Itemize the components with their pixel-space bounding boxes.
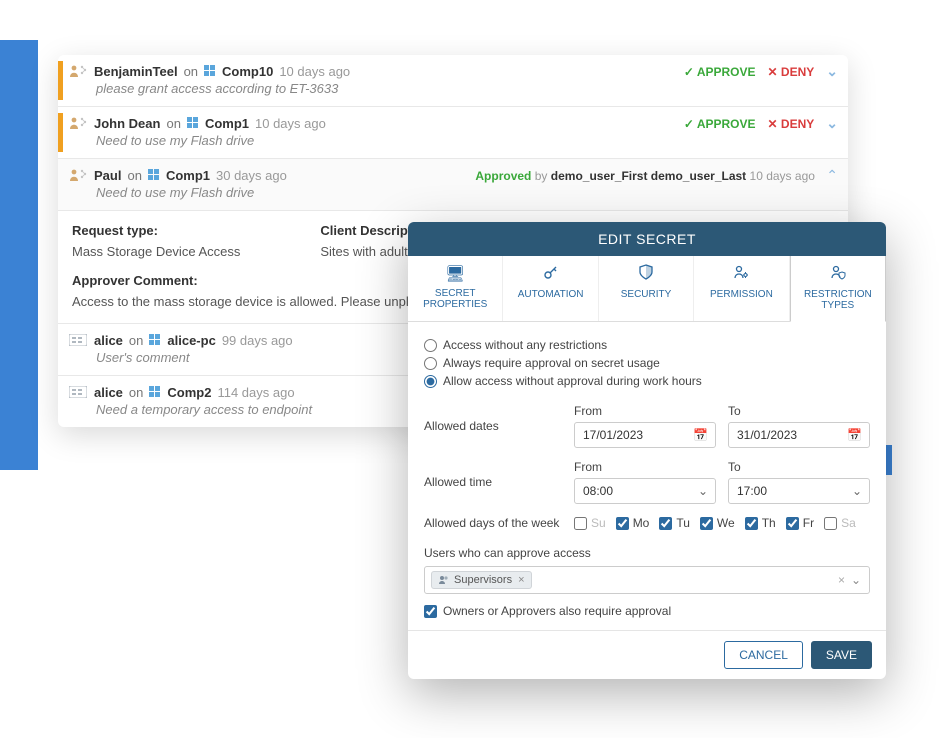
chevron-down-icon[interactable]: ⌄ [826,115,838,132]
windows-icon [187,117,199,129]
radio-work-hours[interactable]: Allow access without approval during wor… [424,372,870,390]
time-from-input[interactable] [574,478,716,504]
owners-require-approval-checkbox[interactable]: Owners or Approvers also require approva… [424,604,870,618]
request-host: alice-pc [167,333,215,348]
day-tu[interactable]: Tu [659,516,690,530]
request-user: BenjaminTeel [94,64,178,79]
request-age: 10 days ago [279,64,350,79]
on-text: on [129,333,143,348]
day-sa[interactable]: Sa [824,516,856,530]
request-row[interactable]: Paul on Comp1 30 days ago Need to use my… [58,159,848,211]
user-shield-icon [795,264,881,285]
allowed-dates-label: Allowed dates [424,419,564,433]
allowed-time-label: Allowed time [424,475,564,489]
chevron-up-icon[interactable]: ⌃ [826,167,838,183]
windows-icon [149,334,161,346]
card-icon [68,384,88,400]
card-icon [68,332,88,348]
remove-tag-icon[interactable]: × [518,574,524,586]
request-type-label: Request type: [72,223,240,238]
deny-button[interactable]: ✕ DENY [768,65,815,79]
request-host: Comp2 [167,385,211,400]
on-text: on [127,168,141,183]
cancel-button[interactable]: CANCEL [724,641,803,669]
request-user: alice [94,333,123,348]
radio-always-approval[interactable]: Always require approval on secret usage [424,354,870,372]
approved-status: Approved by demo_user_First demo_user_La… [475,167,838,184]
from-label: From [574,404,716,418]
request-message: Need to use my Flash drive [68,185,836,200]
deny-button[interactable]: ✕ DENY [768,117,815,131]
date-from-input[interactable] [574,422,716,448]
person-share-icon [68,63,88,79]
users-icon [438,575,450,585]
from-label: From [574,460,716,474]
approvers-select[interactable]: Supervisors × × ⌄ [424,566,870,594]
modal-title: EDIT SECRET [408,222,886,256]
tab-secret-properties[interactable]: 🖥 SECRET PROPERTIES [408,256,503,321]
request-user: John Dean [94,116,160,131]
approve-button[interactable]: ✓ APPROVE [684,65,756,79]
allowed-days-label: Allowed days of the week [424,516,564,530]
time-to-input[interactable] [728,478,870,504]
request-age: 10 days ago [255,116,326,131]
day-we[interactable]: We [700,516,735,530]
request-age: 30 days ago [216,168,287,183]
tab-security[interactable]: SECURITY [599,256,694,321]
day-mo[interactable]: Mo [616,516,650,530]
windows-icon [148,169,160,181]
request-age: 114 days ago [217,385,294,400]
person-share-icon [68,167,88,183]
approve-button[interactable]: ✓ APPROVE [684,117,756,131]
day-fr[interactable]: Fr [786,516,814,530]
person-share-icon [68,115,88,131]
windows-icon [149,386,161,398]
request-host: Comp1 [166,168,210,183]
day-th[interactable]: Th [745,516,776,530]
on-text: on [166,116,180,131]
to-label: To [728,460,870,474]
request-type-value: Mass Storage Device Access [72,244,240,259]
approver-tag: Supervisors × [431,571,532,589]
request-row[interactable]: BenjaminTeel on Comp10 10 days ago pleas… [58,55,848,107]
tab-restriction-types[interactable]: RESTRICTION TYPES [790,256,886,322]
modal-tabs: 🖥 SECRET PROPERTIES AUTOMATION SECURITY … [408,256,886,322]
request-age: 99 days ago [222,333,293,348]
on-text: on [129,385,143,400]
windows-icon [204,65,216,77]
monitor-icon: 🖥 [412,264,498,284]
user-gear-icon [698,264,784,285]
edit-secret-modal: EDIT SECRET 🖥 SECRET PROPERTIES AUTOMATI… [408,222,886,679]
to-label: To [728,404,870,418]
date-to-input[interactable] [728,422,870,448]
request-host: Comp1 [205,116,249,131]
shield-icon [603,264,689,285]
request-message: Need to use my Flash drive [68,133,836,148]
chevron-down-icon[interactable]: ⌄ [826,63,838,80]
chevron-down-icon[interactable]: ⌄ [851,573,861,587]
clear-icon[interactable]: × [838,573,845,587]
request-user: alice [94,385,123,400]
request-message: please grant access according to ET-3633 [68,81,836,96]
approvers-label: Users who can approve access [424,546,870,560]
request-user: Paul [94,168,121,183]
request-host: Comp10 [222,64,273,79]
radio-no-restrictions[interactable]: Access without any restrictions [424,336,870,354]
save-button[interactable]: SAVE [811,641,872,669]
restriction-radio-group: Access without any restrictions Always r… [424,336,870,390]
key-icon [507,264,593,285]
on-text: on [184,64,198,79]
tab-permission[interactable]: PERMISSION [694,256,789,321]
request-row[interactable]: John Dean on Comp1 10 days ago Need to u… [58,107,848,159]
day-su[interactable]: Su [574,516,606,530]
decorative-stripe-left [0,40,38,470]
tab-automation[interactable]: AUTOMATION [503,256,598,321]
